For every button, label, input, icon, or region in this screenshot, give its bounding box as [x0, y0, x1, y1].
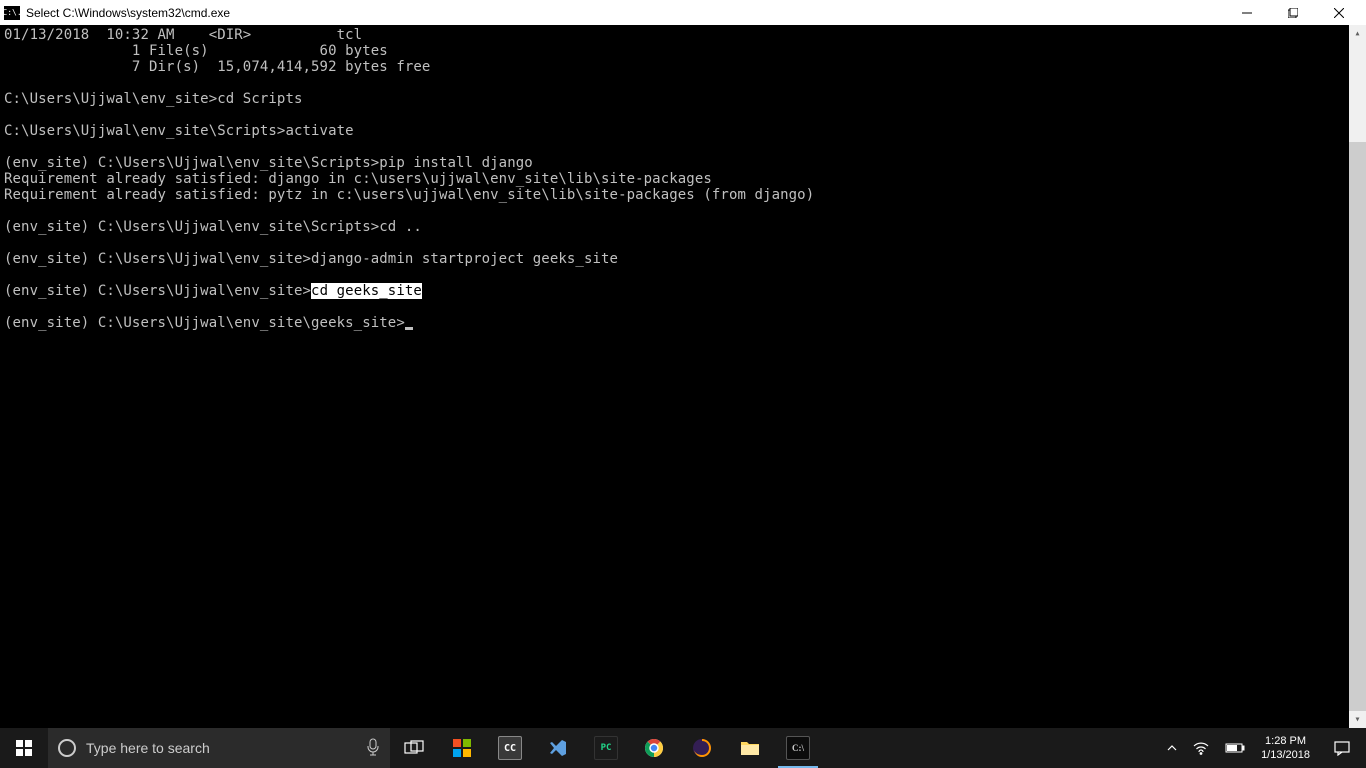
vertical-scrollbar[interactable]: ▴ ▾ — [1349, 25, 1366, 728]
window-controls — [1224, 0, 1362, 25]
taskbar-app-file-explorer-icon[interactable] — [726, 728, 774, 768]
cortana-icon — [58, 739, 76, 757]
notification-center-icon[interactable] — [1318, 728, 1366, 768]
tray-overflow-icon[interactable] — [1159, 728, 1185, 768]
taskbar-app-pycharm-icon[interactable]: PC — [582, 728, 630, 768]
taskbar-app-store-icon[interactable] — [438, 728, 486, 768]
start-button[interactable] — [0, 728, 48, 768]
taskbar-app-cmd-icon[interactable]: C:\ — [774, 728, 822, 768]
console-area[interactable]: 01/13/2018 10:32 AM <DIR> tcl 1 File(s) … — [0, 25, 1366, 728]
search-placeholder: Type here to search — [86, 740, 210, 756]
close-button[interactable] — [1316, 0, 1362, 25]
scroll-track[interactable] — [1349, 42, 1366, 711]
clock[interactable]: 1:28 PM 1/13/2018 — [1253, 728, 1318, 768]
window-titlebar: C:\. Select C:\Windows\system32\cmd.exe — [0, 0, 1366, 25]
tray-time: 1:28 PM — [1261, 734, 1310, 748]
task-view-button[interactable] — [390, 728, 438, 768]
scroll-up-button[interactable]: ▴ — [1349, 25, 1366, 42]
scroll-down-button[interactable]: ▾ — [1349, 711, 1366, 728]
scroll-thumb[interactable] — [1349, 142, 1366, 711]
wifi-icon[interactable] — [1185, 728, 1217, 768]
taskbar-app-chrome-icon[interactable] — [630, 728, 678, 768]
minimize-button[interactable] — [1224, 0, 1270, 25]
maximize-button[interactable] — [1270, 0, 1316, 25]
battery-icon[interactable] — [1217, 728, 1253, 768]
cmd-icon: C:\. — [4, 6, 20, 20]
taskbar-app-captions-icon[interactable]: CC — [486, 728, 534, 768]
terminal-output[interactable]: 01/13/2018 10:32 AM <DIR> tcl 1 File(s) … — [0, 25, 1349, 728]
system-tray: 1:28 PM 1/13/2018 — [1159, 728, 1366, 768]
taskbar-app-visualstudio-icon[interactable] — [534, 728, 582, 768]
microphone-icon[interactable] — [366, 738, 380, 759]
taskbar: Type here to search CC PC C:\ — [0, 728, 1366, 768]
tray-date: 1/13/2018 — [1261, 748, 1310, 762]
taskbar-app-firefox-icon[interactable] — [678, 728, 726, 768]
window-title: Select C:\Windows\system32\cmd.exe — [26, 6, 1224, 20]
search-box[interactable]: Type here to search — [48, 728, 390, 768]
